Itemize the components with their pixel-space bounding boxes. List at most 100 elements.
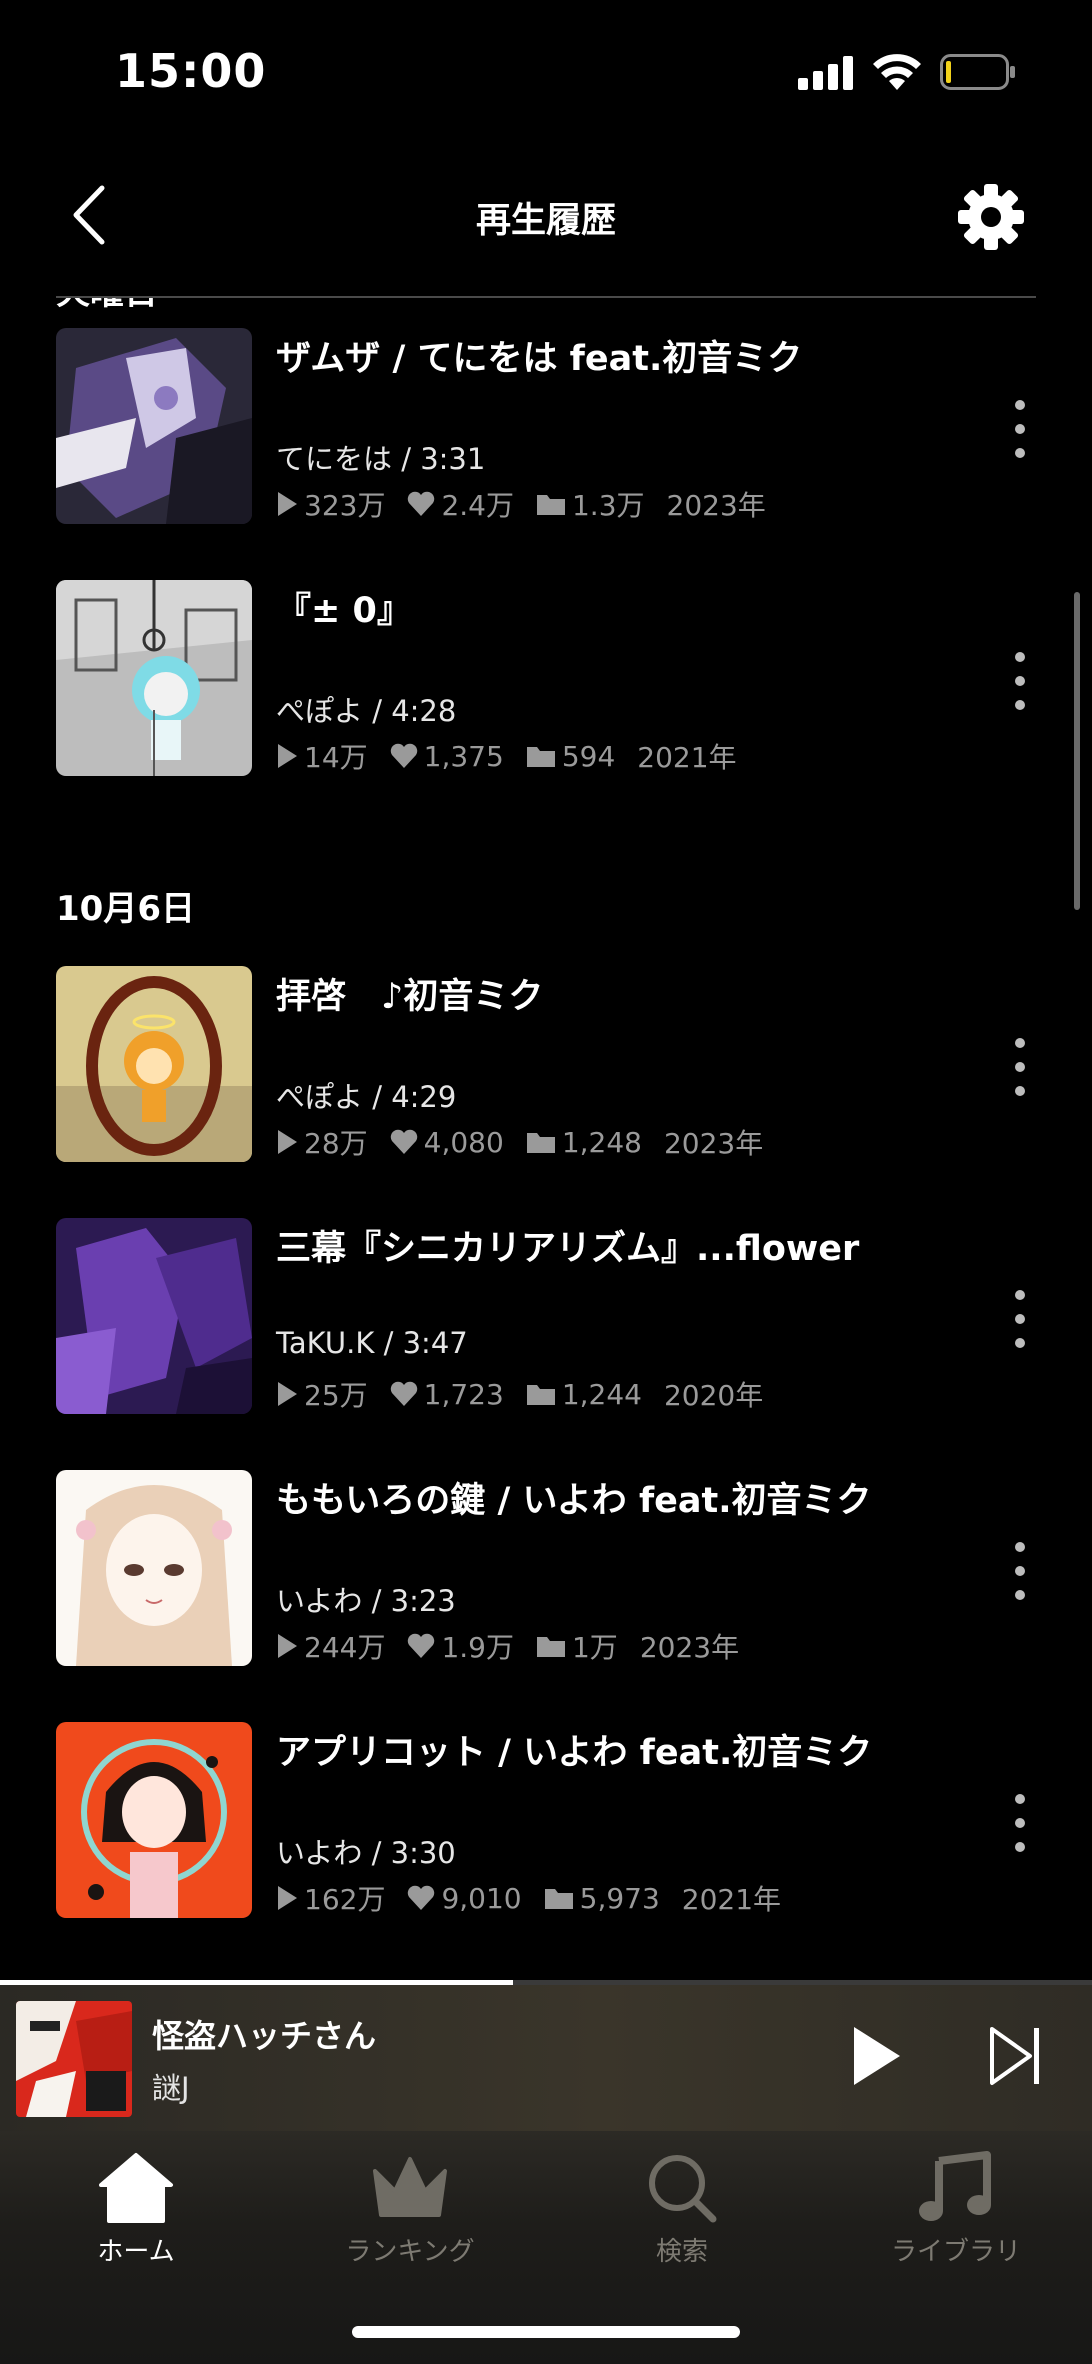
tab-ranking[interactable]: ランキング <box>300 2151 520 2271</box>
play-count-icon <box>278 1382 297 1406</box>
play-count: 14万 <box>304 741 368 774</box>
now-playing-title: 怪盗ハッチさん <box>152 2017 377 2055</box>
search-icon <box>649 2155 717 2223</box>
track-title: ももいろの鍵 / いよわ feat.初音ミク <box>276 1481 872 1521</box>
track-thumbnail <box>56 328 252 524</box>
play-count: 323万 <box>304 489 386 522</box>
home-icon <box>99 2153 173 2223</box>
release-year: 2023年 <box>639 1631 740 1664</box>
status-bar: 15:00 <box>0 0 1092 140</box>
like-count: 9,010 <box>441 1881 522 1915</box>
heart-icon <box>408 491 435 516</box>
track-title: アプリコット / いよわ feat.初音ミク <box>276 1733 873 1773</box>
play-count-icon <box>278 492 297 516</box>
more-options-button[interactable] <box>1000 394 1040 464</box>
release-year: 2021年 <box>637 741 737 774</box>
heart-icon <box>408 1633 435 1658</box>
track-title: 拝啓 ♪初音ミク <box>276 977 544 1017</box>
track-thumbnail <box>56 1722 252 1918</box>
track-artist-duration: ぺぽよ / 4:29 <box>276 1080 457 1114</box>
mylist-count: 5,973 <box>579 1881 660 1915</box>
track-stats: 323万 2.4万 1.3万 2023年 <box>276 484 788 524</box>
tab-label: 検索 <box>655 2237 708 2267</box>
like-count: 1.9万 <box>441 1631 514 1664</box>
track-row[interactable]: 『± 0』 ぺぽよ / 4:28 14万 1,375 594 2021年 <box>0 580 1092 832</box>
mylist-count: 594 <box>561 739 616 773</box>
folder-icon <box>544 1889 573 1909</box>
mini-player[interactable]: 怪盗ハッチさん 謎J <box>0 1985 1092 2131</box>
track-artist-duration: ぺぽよ / 4:28 <box>276 694 457 728</box>
track-row[interactable]: ザムザ / てにをは feat.初音ミク てにをは / 3:31 323万 2.… <box>0 328 1092 580</box>
folder-icon <box>526 1133 555 1153</box>
folder-icon <box>526 747 555 767</box>
play-count-icon <box>278 744 297 768</box>
release-year: 2023年 <box>666 489 766 522</box>
track-row[interactable]: 拝啓 ♪初音ミク ぺぽよ / 4:29 28万 4,080 1,248 2023… <box>0 966 1092 1218</box>
track-stats: 244万 1.9万 1万 2023年 <box>276 1626 761 1666</box>
track-artist-duration: てにをは / 3:31 <box>276 442 486 476</box>
folder-icon <box>536 495 565 515</box>
track-title: 三幕『シニカリアリズム』...flower <box>276 1229 860 1269</box>
heart-icon <box>390 1381 417 1406</box>
track-row[interactable]: 三幕『シニカリアリズム』...flower TaKU.K / 3:47 25万 … <box>0 1218 1092 1470</box>
tab-label: ホーム <box>97 2237 175 2267</box>
play-count: 162万 <box>304 1883 386 1916</box>
track-artist-duration: TaKU.K / 3:47 <box>276 1326 468 1360</box>
track-title: ザムザ / てにをは feat.初音ミク <box>276 339 803 379</box>
home-indicator <box>352 2326 740 2338</box>
release-year: 2020年 <box>663 1379 764 1412</box>
wifi-icon <box>873 54 921 90</box>
mylist-count: 1万 <box>571 1631 618 1664</box>
cellular-signal-icon <box>798 56 853 90</box>
tab-home[interactable]: ホーム <box>26 2151 246 2271</box>
play-count-icon <box>278 1634 297 1658</box>
like-count: 1,375 <box>423 739 504 773</box>
settings-gear-icon[interactable] <box>956 182 1026 252</box>
mylist-count: 1,244 <box>561 1377 642 1411</box>
tab-label: ランキング <box>345 2237 475 2267</box>
track-artist-duration: いよわ / 3:23 <box>276 1584 456 1618</box>
like-count: 1,723 <box>423 1377 504 1411</box>
track-row[interactable]: ももいろの鍵 / いよわ feat.初音ミク いよわ / 3:23 244万 1… <box>0 1470 1092 1722</box>
track-thumbnail <box>56 966 252 1162</box>
track-row[interactable]: アプリコット / いよわ feat.初音ミク いよわ / 3:30 162万 9… <box>0 1722 1092 1974</box>
play-count-icon <box>278 1886 297 1910</box>
like-count: 4,080 <box>423 1125 504 1159</box>
more-options-button[interactable] <box>1000 1788 1040 1858</box>
scrollbar[interactable] <box>1074 592 1080 910</box>
music-note-icon <box>919 2151 991 2221</box>
release-year: 2023年 <box>663 1127 764 1160</box>
track-stats: 25万 1,723 1,244 2020年 <box>276 1374 785 1414</box>
heart-icon <box>390 1129 417 1154</box>
track-thumbnail <box>56 580 252 776</box>
heart-icon <box>408 1885 435 1910</box>
track-artist-duration: いよわ / 3:30 <box>276 1836 456 1870</box>
track-thumbnail <box>56 1470 252 1666</box>
like-count: 2.4万 <box>441 489 514 522</box>
mylist-count: 1.3万 <box>571 489 645 522</box>
track-title: 『± 0』 <box>276 591 412 631</box>
tab-label: ライブラリ <box>890 2237 1021 2267</box>
heart-icon <box>390 743 417 768</box>
track-stats: 162万 9,010 5,973 2021年 <box>276 1878 803 1918</box>
more-options-button[interactable] <box>1000 1032 1040 1102</box>
tab-library[interactable]: ライブラリ <box>846 2151 1066 2271</box>
mylist-count: 1,248 <box>561 1125 642 1159</box>
play-count: 28万 <box>304 1127 368 1160</box>
play-count: 25万 <box>304 1379 368 1412</box>
folder-icon <box>526 1385 555 1405</box>
tab-search[interactable]: 検索 <box>572 2151 792 2271</box>
release-year: 2021年 <box>681 1883 782 1916</box>
folder-icon <box>536 1637 565 1657</box>
play-count-icon <box>278 1130 297 1154</box>
history-list[interactable]: 火曜日 ザムザ / てにをは feat.初音ミク てにをは / 3:31 323… <box>0 298 1092 1982</box>
more-options-button[interactable] <box>1000 1284 1040 1354</box>
crown-icon <box>373 2157 447 2217</box>
section-header-date: 10月6日 <box>56 889 195 929</box>
play-button[interactable] <box>846 2021 906 2091</box>
more-options-button[interactable] <box>1000 1536 1040 1606</box>
battery-icon <box>940 54 1015 90</box>
header: 再生履歴 <box>0 150 1092 296</box>
skip-next-button[interactable] <box>986 2023 1046 2089</box>
more-options-button[interactable] <box>1000 646 1040 716</box>
